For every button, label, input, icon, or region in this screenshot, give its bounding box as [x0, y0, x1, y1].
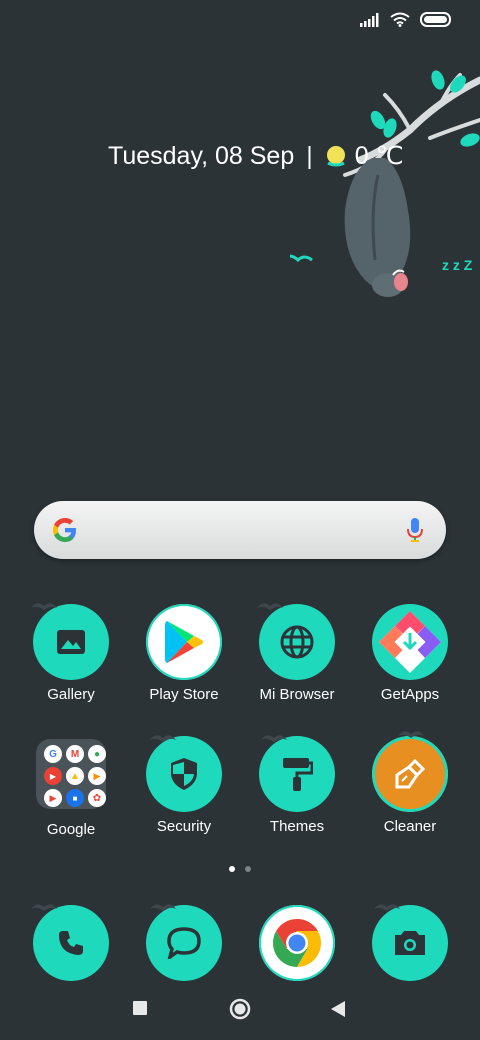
temperature-text: 0 ℃: [354, 142, 404, 170]
app-play-store[interactable]: Play Store: [128, 604, 240, 703]
app-label: Gallery: [47, 686, 95, 703]
camera-icon: [372, 905, 448, 981]
shield-icon: [146, 736, 222, 812]
app-google-folder[interactable]: G M ● ▶ ▲ ▶ ▶ ■ ✿ Google: [15, 736, 127, 838]
navigation-bar: [0, 990, 480, 1034]
signal-icon: [360, 12, 380, 32]
dock-messaging[interactable]: [128, 904, 240, 981]
bat-decoration-icon: [150, 904, 176, 911]
app-label: Cleaner: [383, 818, 437, 835]
maps-mini-icon: ●: [88, 745, 106, 763]
chrome-icon: [259, 905, 335, 981]
app-label: Security: [156, 818, 212, 835]
battery-icon: [420, 12, 452, 32]
app-gallery[interactable]: Gallery: [15, 603, 127, 703]
getapps-icon: [372, 604, 448, 680]
app-label: GetApps: [380, 686, 440, 703]
folder-icon: G M ● ▶ ▲ ▶ ▶ ■ ✿: [36, 739, 106, 809]
gmail-mini-icon: M: [66, 745, 84, 763]
globe-icon: [259, 604, 335, 680]
messaging-icon: [146, 905, 222, 981]
bat-decoration-icon: [257, 603, 283, 610]
date-text: Tuesday, 08 Sep: [108, 141, 295, 170]
play-music-mini-icon: ▶: [88, 767, 106, 785]
app-label: Play Store: [149, 686, 219, 703]
app-mi-browser[interactable]: Mi Browser: [241, 603, 353, 703]
mic-icon[interactable]: [406, 517, 424, 548]
sun-icon: [325, 145, 347, 167]
dock-camera[interactable]: [354, 904, 466, 981]
app-label: Themes: [269, 818, 325, 835]
broom-icon: [372, 736, 448, 812]
duo-mini-icon: ■: [66, 789, 84, 807]
page-indicator[interactable]: [0, 866, 480, 872]
bat-decoration-icon: [374, 904, 400, 911]
play-movies-mini-icon: ▶: [44, 789, 62, 807]
bat-decoration-icon: [31, 603, 57, 610]
app-security[interactable]: Security: [128, 735, 240, 835]
wifi-icon: [390, 12, 410, 32]
home-button[interactable]: [229, 998, 251, 1025]
page-dot-1[interactable]: [229, 866, 235, 872]
gallery-icon: [33, 604, 109, 680]
photos-mini-icon: ✿: [88, 789, 106, 807]
app-themes[interactable]: Themes: [241, 735, 353, 835]
google-logo-icon: [50, 515, 80, 550]
dock-chrome[interactable]: [241, 905, 353, 981]
bat-decoration-icon: [261, 735, 287, 742]
status-bar: [0, 0, 480, 44]
bat-decoration-icon: [31, 904, 57, 911]
app-getapps[interactable]: GetApps: [354, 604, 466, 703]
google-mini-icon: G: [44, 745, 62, 763]
phone-icon: [33, 905, 109, 981]
drive-mini-icon: ▲: [66, 767, 84, 785]
app-cleaner[interactable]: Cleaner: [354, 731, 466, 835]
svg-text:z z Z: z z Z: [442, 257, 473, 273]
recents-button[interactable]: [132, 1000, 148, 1021]
wallpaper-bat-illustration: z z Z: [279, 60, 480, 340]
dock-phone[interactable]: [15, 904, 127, 981]
youtube-mini-icon: ▶: [44, 767, 62, 785]
bat-decoration-icon: [398, 731, 424, 738]
page-dot-2[interactable]: [245, 866, 251, 872]
app-label: Google: [46, 821, 96, 838]
separator: |: [306, 141, 313, 170]
back-button[interactable]: [330, 1000, 346, 1023]
play-store-icon: [146, 604, 222, 680]
app-label: Mi Browser: [259, 686, 335, 703]
date-weather-widget[interactable]: Tuesday, 08 Sep | 0 ℃: [108, 140, 404, 172]
paint-roller-icon: [259, 736, 335, 812]
bat-decoration-icon: [150, 735, 176, 742]
google-search-bar[interactable]: [34, 501, 446, 559]
